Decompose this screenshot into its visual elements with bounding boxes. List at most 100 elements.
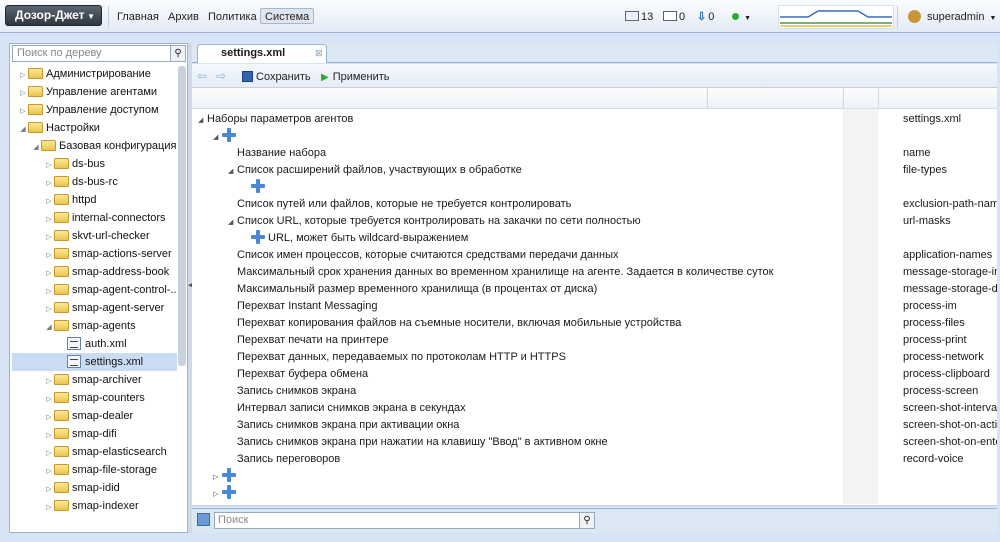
inbox-indicator[interactable]: 0 bbox=[663, 9, 685, 25]
filter-icon[interactable] bbox=[197, 513, 210, 526]
tree-folder-item[interactable]: ▷ skvt-url-checker bbox=[12, 227, 177, 245]
move-handle-icon[interactable] bbox=[222, 485, 236, 499]
expanded-arrow-icon[interactable]: ◢ bbox=[198, 112, 207, 128]
tree-folder-item[interactable]: ▷ smap-address-book bbox=[12, 263, 177, 281]
tree-folder-item[interactable]: ▷ smap-archiver bbox=[12, 371, 177, 389]
expanded-arrow-icon[interactable]: ◢ bbox=[213, 129, 222, 145]
tree-scrollbar[interactable] bbox=[178, 66, 186, 366]
table-row: Список имен процессов, которые считаются… bbox=[192, 247, 997, 264]
table-row: Максимальный размер временного хранилища… bbox=[192, 281, 997, 298]
tree-folder-item[interactable]: ▷ smap-file-storage bbox=[12, 461, 177, 479]
search-icon[interactable]: ⚲ bbox=[579, 512, 595, 529]
nav-system[interactable]: Система bbox=[260, 8, 315, 24]
nav-home[interactable]: Главная bbox=[117, 9, 159, 25]
mail-indicator[interactable]: 13 bbox=[625, 9, 653, 25]
tree-file-item[interactable]: auth.xml bbox=[12, 335, 177, 353]
tree-item-label: Управление агентами bbox=[46, 86, 158, 98]
status-dropdown[interactable]: ▼ bbox=[732, 9, 751, 25]
tree-item-label: ds-bus bbox=[72, 158, 106, 170]
tree-item-label: smap-agents bbox=[72, 320, 136, 332]
grid-rows: ◢Наборы параметров агентовsettings.xml+◢… bbox=[192, 111, 997, 504]
folder-icon bbox=[28, 122, 43, 133]
folder-icon bbox=[54, 176, 69, 187]
move-handle-icon[interactable] bbox=[251, 179, 265, 193]
nav-archive[interactable]: Архив bbox=[168, 9, 199, 25]
row-label-cell: Максимальный размер временного хранилища… bbox=[237, 281, 597, 298]
tree-folder-item[interactable]: ◢ smap-agents bbox=[12, 317, 177, 335]
tree-folder-item[interactable]: ▷ smap-difi bbox=[12, 425, 177, 443]
user-name: superadmin bbox=[927, 11, 985, 23]
tree-folder-item[interactable]: ▷ smap-dealer bbox=[12, 407, 177, 425]
brand-menu-button[interactable]: Дозор-Джет ▼ bbox=[5, 5, 102, 26]
folder-icon bbox=[54, 410, 69, 421]
tree-folder-item[interactable]: ▷ Управление агентами bbox=[12, 83, 177, 101]
folder-icon bbox=[28, 86, 43, 97]
table-row: ◢ Список расширений файлов, участвующих в… bbox=[192, 162, 997, 179]
redo-icon[interactable]: ⇨ bbox=[216, 69, 226, 83]
expanded-arrow-icon[interactable]: ◢ bbox=[44, 319, 54, 337]
tree-folder-item[interactable]: ◢ Базовая конфигурация bbox=[12, 137, 177, 155]
table-row: Перехват данных, передаваемых по протоко… bbox=[192, 349, 997, 366]
column-divider bbox=[878, 88, 879, 109]
expanded-arrow-icon[interactable]: ◢ bbox=[18, 121, 28, 139]
tree-folder-item[interactable]: ▷ smap-actions-server bbox=[12, 245, 177, 263]
tree-folder-item[interactable]: ▷ ds-bus-rc bbox=[12, 173, 177, 191]
folder-icon bbox=[54, 230, 69, 241]
row-key: settings.xml bbox=[903, 113, 962, 125]
row-label-cell: Перехват Instant Messaging bbox=[237, 298, 377, 315]
tree-folder-item[interactable]: ▷ httpd bbox=[12, 191, 177, 209]
user-icon bbox=[908, 10, 921, 23]
tree-search-input[interactable]: Поиск по дереву bbox=[12, 45, 172, 62]
table-row: ◢ Список URL, которые требуется контролир… bbox=[192, 213, 997, 230]
collapsed-arrow-icon[interactable]: ▷ bbox=[44, 499, 54, 517]
row-label-cell bbox=[251, 179, 268, 196]
mail-count: 13 bbox=[641, 11, 654, 23]
expanded-arrow-icon[interactable]: ◢ bbox=[228, 214, 237, 230]
tree-folder-item[interactable]: ▷ smap-counters bbox=[12, 389, 177, 407]
expanded-arrow-icon[interactable]: ◢ bbox=[228, 163, 237, 179]
tree-folder-item[interactable]: ▷ Управление доступом bbox=[12, 101, 177, 119]
tree-folder-item[interactable]: ▷ smap-agent-server bbox=[12, 299, 177, 317]
collapsed-arrow-icon[interactable]: ▷ bbox=[213, 469, 222, 485]
tree-folder-item[interactable]: ▷ smap-agent-control-... bbox=[12, 281, 177, 299]
search-icon[interactable]: ⚲ bbox=[170, 45, 186, 62]
upload-indicator[interactable]: ⇩ 0 bbox=[697, 9, 714, 25]
apply-label: Применить bbox=[332, 71, 390, 83]
nav-policy[interactable]: Политика bbox=[208, 9, 257, 25]
move-handle-icon[interactable] bbox=[222, 128, 236, 142]
activity-graph bbox=[778, 5, 894, 29]
move-handle-icon[interactable] bbox=[251, 230, 265, 244]
user-menu[interactable]: superadmin ▼ bbox=[908, 9, 996, 25]
tree-folder-item[interactable]: ▷ ds-bus bbox=[12, 155, 177, 173]
row-label: Перехват Instant Messaging bbox=[237, 300, 378, 312]
move-handle-icon[interactable] bbox=[222, 468, 236, 482]
table-row: txt bbox=[192, 179, 997, 196]
tree-folder-item[interactable]: ▷ smap-idid bbox=[12, 479, 177, 497]
tree-item-label: smap-file-storage bbox=[72, 464, 157, 476]
tab-settings-xml[interactable]: settings.xml bbox=[197, 44, 327, 63]
undo-icon[interactable]: ⇦ bbox=[197, 69, 207, 83]
row-label-cell: ◢ Список URL, которые требуется контролир… bbox=[228, 213, 641, 230]
grid-search-input[interactable]: Поиск bbox=[214, 512, 580, 529]
tree-folder-item[interactable]: ▷ smap-indexer bbox=[12, 497, 177, 515]
tree-folder-item[interactable]: ▷ smap-elasticsearch bbox=[12, 443, 177, 461]
brand-label: Дозор-Джет bbox=[15, 8, 85, 22]
row-label-cell: Перехват данных, передаваемых по протоко… bbox=[237, 349, 566, 366]
tree-folder-item[interactable]: ◢ Настройки bbox=[12, 119, 177, 137]
row-label-cell: Перехват буфера обмена bbox=[237, 366, 368, 383]
tree-folder-item[interactable]: ▷ Администрирование bbox=[12, 65, 177, 83]
apply-button[interactable]: ▶ Применить bbox=[321, 69, 390, 85]
table-row: Интервал записи снимков экрана в секунда… bbox=[192, 400, 997, 417]
row-label: Запись снимков экрана при нажатии на кла… bbox=[237, 436, 608, 448]
tree-folder-item[interactable]: ▷ internal-connectors bbox=[12, 209, 177, 227]
table-row: ◢ bbox=[192, 128, 997, 145]
row-label: URL, может быть wildcard-выражением bbox=[268, 232, 469, 244]
tree-file-item[interactable]: settings.xml bbox=[12, 353, 177, 371]
collapsed-arrow-icon[interactable]: ▷ bbox=[213, 486, 222, 502]
folder-icon bbox=[54, 284, 69, 295]
expanded-arrow-icon[interactable]: ◢ bbox=[31, 139, 41, 157]
row-key: message-storage-disk-quota bbox=[903, 283, 997, 295]
save-button[interactable]: Сохранить bbox=[242, 69, 311, 85]
close-tab-icon[interactable]: ⊠ bbox=[315, 48, 323, 59]
row-label-cell: Список имен процессов, которые считаются… bbox=[237, 247, 619, 264]
